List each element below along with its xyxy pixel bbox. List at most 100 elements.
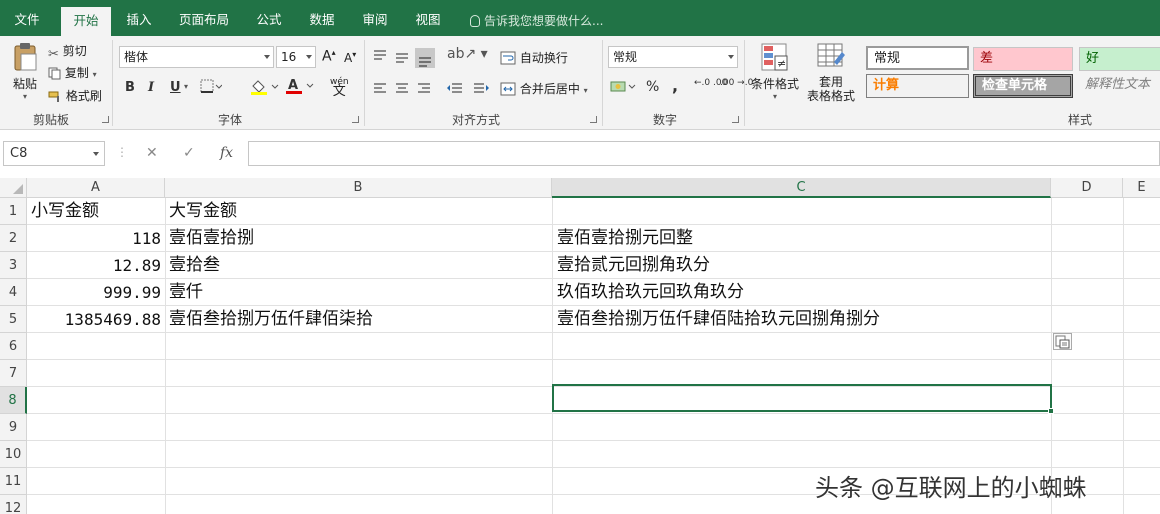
cell-a4[interactable]: 999.99 xyxy=(27,279,165,306)
tab-formulas[interactable]: 公式 xyxy=(248,8,290,36)
column-header-d[interactable]: D xyxy=(1051,178,1123,198)
cell-c5[interactable]: 壹佰叁拾捌万伍仟肆佰陆拾玖元回捌角捌分 xyxy=(557,306,880,333)
spreadsheet-grid[interactable]: A B C D E 1 2 3 4 5 6 7 8 9 10 11 12 小写金… xyxy=(0,178,1160,514)
style-calculation[interactable]: 计算 xyxy=(866,74,969,98)
row-header-6[interactable]: 6 xyxy=(0,333,27,360)
cell-b2[interactable]: 壹佰壹拾捌 xyxy=(169,225,254,252)
cell-c2[interactable]: 壹佰壹拾捌元回整 xyxy=(557,225,693,252)
copy-button[interactable]: 复制 ▾ xyxy=(48,64,97,83)
style-check-cell[interactable]: 检查单元格 xyxy=(973,74,1073,98)
vertical-align-icons[interactable] xyxy=(372,48,438,68)
borders-icon xyxy=(200,79,223,93)
formula-input[interactable] xyxy=(248,141,1160,166)
conditional-format-button[interactable]: ≠ 条件格式 ▾ xyxy=(749,42,801,101)
style-explanatory[interactable]: 解释性文本 xyxy=(1079,74,1160,98)
fill-handle[interactable] xyxy=(1048,408,1054,414)
styles-group-label: 样式 xyxy=(1067,113,1092,127)
column-header-c[interactable]: C xyxy=(552,178,1051,198)
enter-icon[interactable]: ✓ xyxy=(183,145,195,161)
name-box[interactable]: C8 xyxy=(3,141,105,166)
row-header-1[interactable]: 1 xyxy=(0,198,27,225)
active-cell-selection[interactable] xyxy=(552,384,1054,414)
row-header-9[interactable]: 9 xyxy=(0,414,27,441)
tab-home[interactable]: 开始 xyxy=(61,7,111,36)
tab-page-layout[interactable]: 页面布局 xyxy=(170,8,238,36)
paste-options-button[interactable] xyxy=(1053,333,1072,350)
chevron-down-icon[interactable]: ▾ xyxy=(584,86,588,95)
row-header-12[interactable]: 12 xyxy=(0,495,27,514)
row-header-10[interactable]: 10 xyxy=(0,441,27,468)
cell-b4[interactable]: 壹仟 xyxy=(169,279,203,306)
decrease-decimal-button[interactable]: .00 →.0 xyxy=(720,79,753,88)
select-all-button[interactable] xyxy=(0,178,27,198)
dialog-launcher-icon[interactable] xyxy=(352,116,359,123)
cell-a1[interactable]: 小写金额 xyxy=(31,198,99,225)
font-family-select[interactable]: 楷体 xyxy=(119,46,274,68)
phonetic-char-icon: 文 xyxy=(332,84,346,99)
tab-view[interactable]: 视图 xyxy=(407,8,449,36)
orientation-icon[interactable]: ab↗ ▾ xyxy=(447,46,488,62)
row-header-5[interactable]: 5 xyxy=(0,306,27,333)
cut-button[interactable]: ✂ 剪切 xyxy=(48,42,87,62)
font-color-button[interactable]: A xyxy=(285,77,315,98)
style-good[interactable]: 好 xyxy=(1079,47,1160,71)
chevron-down-icon[interactable]: ▾ xyxy=(93,70,97,79)
dialog-launcher-icon[interactable] xyxy=(732,116,739,123)
column-header-a[interactable]: A xyxy=(27,178,165,198)
dialog-launcher-icon[interactable] xyxy=(590,116,597,123)
percent-button[interactable]: % xyxy=(646,79,659,95)
tab-insert[interactable]: 插入 xyxy=(118,8,160,36)
paintbrush-icon xyxy=(48,90,62,106)
tab-file[interactable]: 文件 xyxy=(0,8,54,36)
row-header-7[interactable]: 7 xyxy=(0,360,27,387)
column-header-e[interactable]: E xyxy=(1123,178,1160,198)
row-header-2[interactable]: 2 xyxy=(0,225,27,252)
ribbon-tab-bar: 文件 开始 插入 页面布局 公式 数据 审阅 视图 告诉我您想要做什么... xyxy=(0,0,1160,36)
row-header-3[interactable]: 3 xyxy=(0,252,27,279)
row-header-4[interactable]: 4 xyxy=(0,279,27,306)
cell-b3[interactable]: 壹拾叁 xyxy=(169,252,220,279)
font-size-select[interactable]: 16 xyxy=(276,46,316,68)
row-header-8[interactable]: 8 xyxy=(0,387,27,414)
cancel-icon[interactable]: ✕ xyxy=(146,145,158,161)
italic-button[interactable]: I xyxy=(148,80,154,95)
insert-function-icon[interactable]: fx xyxy=(220,145,233,161)
tell-me-box[interactable]: 告诉我您想要做什么... xyxy=(470,12,603,29)
paste-button[interactable]: 粘贴 ▾ xyxy=(8,42,42,101)
chevron-down-icon[interactable]: ▾ xyxy=(184,82,188,91)
comma-button[interactable]: , xyxy=(672,76,678,95)
cell-c3[interactable]: 壹拾贰元回捌角玖分 xyxy=(557,252,710,279)
cut-label: 剪切 xyxy=(62,44,87,58)
cell-b1[interactable]: 大写金额 xyxy=(169,198,237,225)
cell-a3[interactable]: 12.89 xyxy=(27,252,165,279)
style-bad[interactable]: 差 xyxy=(973,47,1073,71)
grow-font-button[interactable]: A▴ xyxy=(322,48,336,65)
row-header-11[interactable]: 11 xyxy=(0,468,27,495)
wrap-text-button[interactable]: 自动换行 xyxy=(500,49,568,68)
merge-center-button[interactable]: 合并后居中 ▾ xyxy=(500,80,588,99)
accounting-format-button[interactable] xyxy=(610,79,638,98)
format-as-table-label-2: 表格格式 xyxy=(806,89,855,103)
dialog-launcher-icon[interactable] xyxy=(102,116,109,123)
bold-button[interactable]: B xyxy=(125,80,135,95)
tab-data[interactable]: 数据 xyxy=(301,8,343,36)
indent-icons[interactable] xyxy=(446,82,490,96)
merge-center-label: 合并后居中 xyxy=(519,82,580,96)
style-normal[interactable]: 常规 xyxy=(866,46,969,70)
cell-b5[interactable]: 壹佰叁拾捌万伍仟肆佰柒拾 xyxy=(169,306,373,333)
tab-review[interactable]: 审阅 xyxy=(354,8,396,36)
cell-a2[interactable]: 118 xyxy=(27,225,165,252)
format-as-table-button[interactable]: 套用 表格格式 xyxy=(802,42,860,103)
fill-color-button[interactable] xyxy=(250,78,280,99)
column-header-b[interactable]: B xyxy=(165,178,552,198)
horizontal-align-icons[interactable] xyxy=(372,82,434,96)
cell-a5[interactable]: 1385469.88 xyxy=(27,306,165,333)
borders-button[interactable] xyxy=(200,79,223,98)
underline-button[interactable]: U xyxy=(170,80,181,95)
shrink-font-button[interactable]: A▾ xyxy=(344,50,356,65)
cell-c4[interactable]: 玖佰玖拾玖元回玖角玖分 xyxy=(557,279,744,306)
format-painter-button[interactable]: 格式刷 xyxy=(48,87,102,106)
number-format-select[interactable]: 常规 xyxy=(608,46,738,68)
phonetic-button[interactable]: wén 文 xyxy=(330,78,349,99)
increase-decimal-button[interactable]: ←.0 .00 xyxy=(694,79,727,88)
